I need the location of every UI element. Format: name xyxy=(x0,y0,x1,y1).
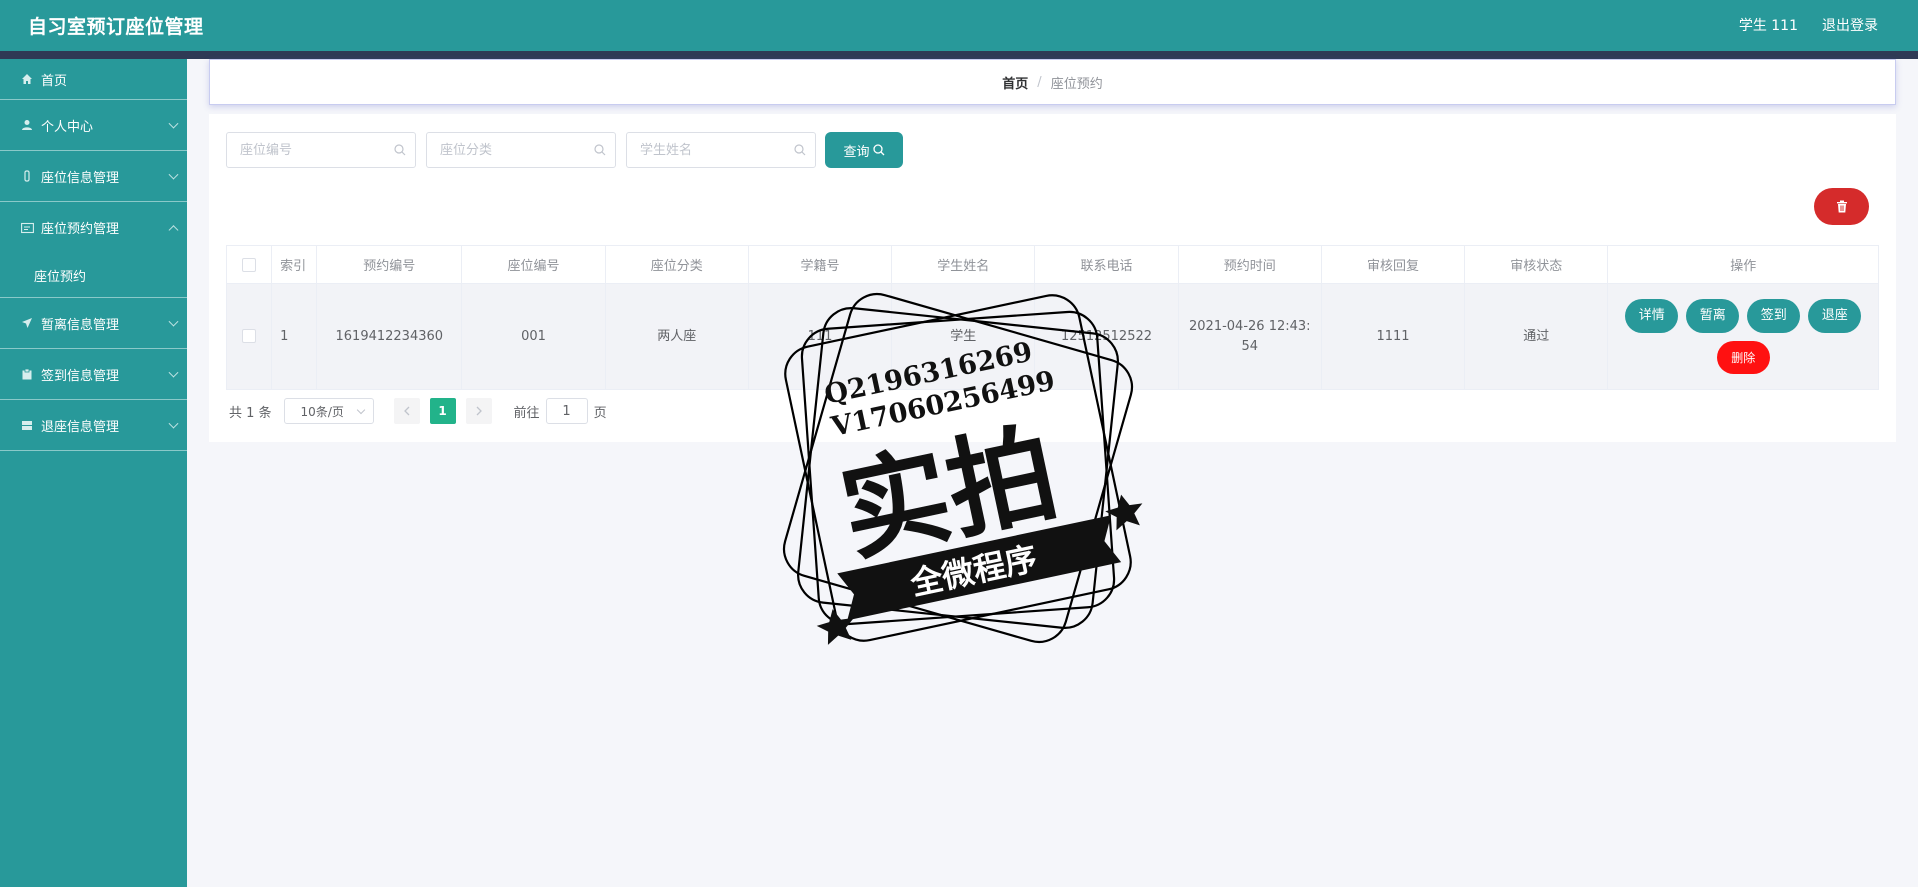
sidebar-item-label: 签到信息管理 xyxy=(41,368,120,384)
seat-icon xyxy=(20,169,34,183)
breadcrumb: 首页 / 座位预约 xyxy=(209,59,1896,105)
home-icon xyxy=(20,72,34,86)
sidebar-item-label: 暂离信息管理 xyxy=(41,317,120,333)
student-name-search[interactable] xyxy=(626,132,816,168)
actions-cell: 详情 暂离 签到 退座 删除 xyxy=(1607,283,1879,390)
header-divider xyxy=(0,51,1918,59)
sidebar-item-return[interactable]: 退座信息管理 xyxy=(0,400,187,451)
chevron-down-icon xyxy=(356,405,365,415)
column-header: 预约时间 xyxy=(1177,245,1322,284)
search-icon xyxy=(594,144,606,156)
sidebar-item-checkin[interactable]: 签到信息管理 xyxy=(0,349,187,400)
breadcrumb-separator: / xyxy=(1037,74,1042,90)
index-cell: 1 xyxy=(271,283,318,390)
page-size-value: 10条/页 xyxy=(300,404,344,419)
reservation-no-cell: 1619412234360 xyxy=(316,283,463,390)
total-count: 共 1 条 xyxy=(229,405,272,421)
seat-no-cell: 001 xyxy=(461,283,606,390)
delete-button[interactable]: 删除 xyxy=(1716,341,1770,374)
chevron-down-icon xyxy=(168,169,179,180)
sidebar-item-home[interactable]: 首页 xyxy=(0,59,187,100)
return-seat-button[interactable]: 退座 xyxy=(1808,299,1862,333)
sidebar-subitem-seat-reservation[interactable]: 座位预约 xyxy=(0,253,187,298)
next-page-button[interactable] xyxy=(465,398,492,424)
page-number[interactable]: 1 xyxy=(429,398,456,424)
app-title: 自习室预订座位管理 xyxy=(28,16,204,38)
chevron-down-icon xyxy=(168,118,179,129)
current-user[interactable]: 学生 111 xyxy=(1739,15,1798,35)
sidebar-item-leave[interactable]: 暂离信息管理 xyxy=(0,298,187,349)
search-icon xyxy=(794,144,806,156)
page-suffix: 页 xyxy=(593,405,607,421)
prev-page-button[interactable] xyxy=(393,398,420,424)
user-icon xyxy=(20,118,34,132)
sidebar-item-label: 座位信息管理 xyxy=(41,170,120,186)
seat-no-search[interactable] xyxy=(226,132,416,168)
sidebar-item-label: 首页 xyxy=(41,73,68,89)
chevron-right-icon xyxy=(476,406,482,416)
column-header: 审核回复 xyxy=(1320,245,1466,284)
leave-button[interactable]: 暂离 xyxy=(1686,299,1740,333)
select-all-checkbox[interactable] xyxy=(242,257,257,272)
sidebar-item-label: 个人中心 xyxy=(41,119,94,135)
category-cell: 两人座 xyxy=(604,283,749,390)
top-bar: 自习室预订座位管理 学生 111 退出登录 xyxy=(0,0,1918,51)
student-name-input[interactable] xyxy=(627,133,777,167)
select-all-cell xyxy=(225,245,273,284)
page-size-select[interactable]: 10条/页 xyxy=(283,398,374,424)
column-header: 审核状态 xyxy=(1464,245,1609,284)
column-header: 预约编号 xyxy=(316,245,463,284)
status-cell: 通过 xyxy=(1464,283,1609,390)
pagination: 共 1 条 10条/页 1 前往 1 页 xyxy=(229,398,607,424)
detail-button[interactable]: 详情 xyxy=(1625,299,1679,333)
checkin-button[interactable]: 签到 xyxy=(1747,299,1801,333)
sidebar-item-seat-info[interactable]: 座位信息管理 xyxy=(0,151,187,202)
breadcrumb-home[interactable]: 首页 xyxy=(1002,73,1028,92)
sidebar-item-label: 座位预约管理 xyxy=(41,222,120,237)
row-select-cell xyxy=(225,283,273,390)
breadcrumb-current: 座位预约 xyxy=(1050,76,1103,92)
sidebar-item-profile[interactable]: 个人中心 xyxy=(0,100,187,151)
search-icon xyxy=(872,144,884,156)
time-cell: 2021-04-26 12:43:54 xyxy=(1177,283,1322,390)
chevron-down-icon xyxy=(168,316,179,327)
column-header: 索引 xyxy=(271,245,318,284)
sidebar-item-label: 退座信息管理 xyxy=(41,419,120,435)
category-search[interactable] xyxy=(426,132,616,168)
seat-no-input[interactable] xyxy=(227,133,377,167)
send-icon xyxy=(20,316,34,330)
clipboard-icon xyxy=(20,367,34,381)
reply-cell: 1111 xyxy=(1320,283,1466,390)
chevron-down-icon xyxy=(168,367,179,378)
box-icon xyxy=(20,418,34,432)
watermark-stamp: Q2196316269 V17060256499 实拍 全微程序 xyxy=(782,292,1143,645)
reservation-icon xyxy=(20,221,34,235)
chevron-left-icon xyxy=(403,406,410,416)
search-icon xyxy=(394,144,406,156)
trash-icon xyxy=(1836,200,1847,213)
sidebar-item-reservation[interactable]: 座位预约管理 xyxy=(0,202,187,253)
column-header: 操作 xyxy=(1607,245,1879,284)
goto-page-input[interactable]: 1 xyxy=(545,398,588,424)
chevron-up-icon xyxy=(168,224,179,235)
query-button[interactable]: 查询 xyxy=(825,132,903,168)
query-label: 查询 xyxy=(843,144,870,160)
logout-link[interactable]: 退出登录 xyxy=(1822,15,1878,35)
chevron-down-icon xyxy=(168,418,179,429)
category-input[interactable] xyxy=(427,133,577,167)
batch-delete-button[interactable] xyxy=(1814,188,1869,225)
row-checkbox[interactable] xyxy=(242,329,257,343)
column-header: 座位分类 xyxy=(604,245,749,284)
column-header: 座位编号 xyxy=(461,245,606,284)
goto-label: 前往 xyxy=(513,405,540,421)
sidebar: 首页 个人中心 座位信息管理 座位预约管理 座位预约 暂离信息管理 签到信息管理 xyxy=(0,59,187,887)
